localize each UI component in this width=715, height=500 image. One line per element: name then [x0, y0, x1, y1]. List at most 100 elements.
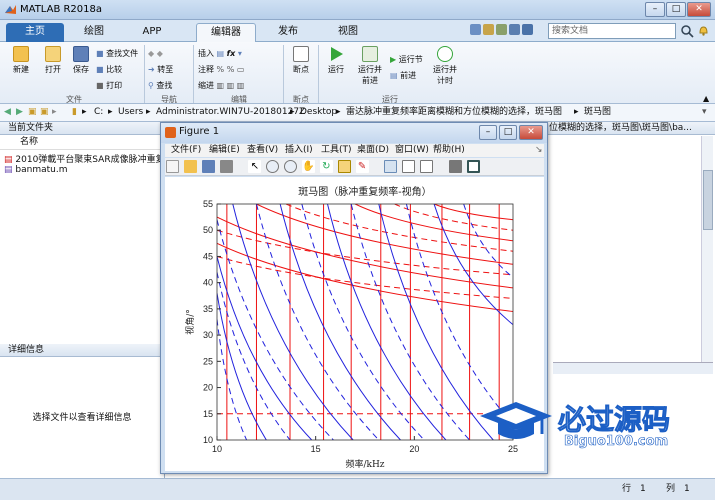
- run-button[interactable]: 运行: [322, 46, 350, 75]
- browse-folder-icon[interactable]: ▣: [40, 104, 49, 121]
- tab-home[interactable]: 主页: [6, 23, 64, 42]
- rotate-3d-icon[interactable]: ↻: [319, 160, 333, 173]
- print-button[interactable]: ■ 打印: [96, 78, 144, 94]
- name-column-header[interactable]: 名称: [0, 136, 164, 150]
- increase-indent-icon[interactable]: ▥: [227, 81, 235, 90]
- path-segment[interactable]: C:: [94, 104, 103, 121]
- goto-button[interactable]: ➜ 转至: [148, 62, 192, 78]
- run-time-label-1: 运行并: [433, 65, 457, 74]
- notification-bell-icon[interactable]: [697, 24, 710, 37]
- compare-button[interactable]: ■ 比较: [96, 62, 144, 78]
- wrap-comments-icon[interactable]: ▭: [237, 65, 245, 74]
- tab-plots[interactable]: 绘图: [68, 23, 120, 42]
- fx-button[interactable]: fx: [227, 49, 236, 58]
- find-files-button[interactable]: ■ 查找文件: [96, 46, 144, 62]
- forward-icon[interactable]: ▶: [16, 104, 23, 121]
- new-button[interactable]: 新建: [5, 46, 37, 75]
- path-segment[interactable]: Users: [118, 104, 143, 121]
- menu-tools[interactable]: 工具(T): [321, 144, 352, 156]
- menu-dock-icon[interactable]: ↘: [535, 144, 543, 156]
- menu-insert[interactable]: 插入(I): [285, 144, 313, 156]
- percent-comment-icon[interactable]: %: [217, 65, 225, 74]
- pan-hand-icon[interactable]: ✋: [302, 160, 315, 173]
- path-search-icon[interactable]: ▾: [702, 104, 707, 121]
- insert-legend-icon[interactable]: [420, 160, 434, 173]
- open-file-icon[interactable]: [183, 160, 197, 173]
- menu-edit[interactable]: 编辑(E): [209, 144, 240, 156]
- back-arrow-icon[interactable]: ◆: [148, 49, 154, 58]
- find-button[interactable]: ⚲ 查找: [148, 78, 192, 94]
- run-section-button[interactable]: ▶ 运行节: [390, 52, 432, 68]
- hide-plot-tools-icon[interactable]: [448, 160, 462, 173]
- tab-editor[interactable]: 编辑器: [196, 23, 256, 42]
- breakpoints-button[interactable]: 断点: [286, 46, 316, 75]
- insert-section-icon[interactable]: ▤: [217, 49, 225, 58]
- run-advance-label-1: 运行并: [358, 65, 382, 74]
- save-quick-icon[interactable]: [470, 24, 481, 35]
- path-segment[interactable]: Desktop: [300, 104, 337, 121]
- collapse-ribbon-icon[interactable]: ▲: [703, 94, 709, 103]
- zoom-in-icon[interactable]: [266, 160, 280, 173]
- back-icon[interactable]: ◀: [4, 104, 11, 121]
- comment-button[interactable]: 注释: [198, 65, 214, 74]
- menu-view[interactable]: 查看(V): [247, 144, 278, 156]
- tab-view[interactable]: 视图: [322, 23, 374, 42]
- run-list: ▶ 运行节 ▤ 前进: [390, 52, 432, 84]
- copy-quick-icon[interactable]: [496, 24, 507, 35]
- figure-close-button[interactable]: ✕: [519, 125, 543, 140]
- path-dropdown-icon[interactable]: ▸: [52, 104, 57, 121]
- print-figure-icon[interactable]: [219, 160, 233, 173]
- insert-button[interactable]: 插入: [198, 49, 214, 58]
- cut-quick-icon[interactable]: [483, 24, 494, 35]
- figure-title-bar[interactable]: Figure 1 – □ ✕: [161, 123, 547, 143]
- file-list-item[interactable]: ▤ banmatu.m: [4, 165, 164, 178]
- undo-quick-icon[interactable]: [509, 24, 520, 35]
- indent-button[interactable]: 缩进: [198, 81, 214, 90]
- show-plot-tools-icon[interactable]: [466, 160, 480, 173]
- drive-icon: ▮: [72, 107, 77, 117]
- ribbon-divider: [193, 45, 194, 103]
- brush-icon[interactable]: ✎: [355, 160, 369, 173]
- data-cursor-icon[interactable]: [337, 160, 351, 173]
- function-browser-icon[interactable]: ▾: [238, 49, 242, 58]
- menu-file[interactable]: 文件(F): [171, 144, 201, 156]
- editor-scrollbar[interactable]: [701, 136, 713, 366]
- figure-maximize-button[interactable]: □: [499, 125, 517, 140]
- figure-minimize-button[interactable]: –: [479, 125, 497, 140]
- maximize-button[interactable]: □: [666, 2, 686, 17]
- new-figure-icon[interactable]: [166, 160, 179, 173]
- menu-window[interactable]: 窗口(W): [395, 144, 429, 156]
- tab-publish[interactable]: 发布: [262, 23, 314, 42]
- compare-icon: ■: [96, 65, 104, 74]
- run-and-advance-button[interactable]: 运行并 前进: [354, 46, 386, 86]
- edit-plot-arrow-icon[interactable]: ↖: [248, 160, 262, 173]
- folder-up-icon[interactable]: ▣: [28, 104, 37, 121]
- insert-colorbar-icon[interactable]: [402, 160, 416, 173]
- search-documentation-input[interactable]: 搜索文档: [548, 23, 676, 39]
- advance-button[interactable]: ▤ 前进: [390, 68, 432, 84]
- menu-desktop[interactable]: 桌面(D): [357, 144, 389, 156]
- name-column-label: 名称: [20, 137, 39, 147]
- scrollbar-thumb[interactable]: [703, 170, 713, 230]
- path-segment[interactable]: Administrator.WIN7U-20180127Z: [156, 104, 305, 121]
- path-segment[interactable]: 斑马图: [584, 104, 611, 121]
- uncomment-icon[interactable]: %: [227, 65, 235, 74]
- help-quick-icon[interactable]: [522, 24, 533, 35]
- smart-indent-icon[interactable]: ▥: [217, 81, 225, 90]
- close-button[interactable]: ✕: [687, 2, 711, 17]
- tab-apps[interactable]: APP: [124, 23, 180, 42]
- figure-title: Figure 1: [179, 126, 220, 137]
- forward-arrow-icon[interactable]: ◆: [157, 49, 163, 58]
- open-button[interactable]: 打开: [38, 46, 68, 75]
- search-icon[interactable]: [680, 24, 694, 38]
- zoom-out-icon[interactable]: [284, 160, 298, 173]
- decrease-indent-icon[interactable]: ▥: [237, 81, 245, 90]
- path-segment[interactable]: 雷达脉冲重复频率距离模糊和方位模糊的选择，斑马图: [346, 104, 562, 121]
- save-figure-icon[interactable]: [201, 160, 215, 173]
- file-list-item[interactable]: ▤ 2010弹載平台聚束SAR成像脉冲重复...: [4, 152, 164, 165]
- minimize-button[interactable]: –: [645, 2, 665, 17]
- save-button[interactable]: 保存: [66, 46, 96, 75]
- menu-help[interactable]: 帮助(H): [433, 144, 465, 156]
- link-plot-icon[interactable]: [384, 160, 398, 173]
- run-and-time-button[interactable]: 运行并 计时: [432, 46, 458, 86]
